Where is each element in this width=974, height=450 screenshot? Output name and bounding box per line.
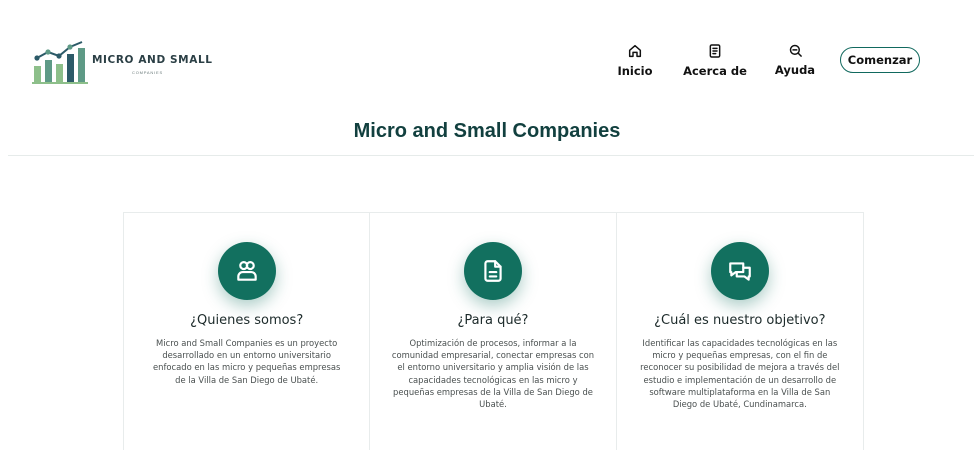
card-text: Identificar las capacidades tecnológicas… [640,338,840,410]
logo[interactable]: MICRO AND SMALL COMPANIES [32,40,212,88]
nav-item-inicio[interactable]: Inicio [600,43,670,80]
nav-item-acerca[interactable]: Acerca de [680,43,750,80]
card-text: Optimización de procesos, informar a la … [391,338,595,410]
card-para-que: ¿Para qué? Optimización de procesos, inf… [370,213,617,450]
logo-chart-icon [32,41,88,84]
users-icon [217,242,276,300]
search-icon [789,44,802,57]
chat-icon [710,242,769,300]
logo-subtitle: COMPANIES [132,70,163,75]
document-icon [709,44,721,58]
nav-label-ayuda: Ayuda [774,63,816,77]
page-title: Micro and Small Companies [353,120,621,142]
nav-label-acerca: Acerca de [683,64,747,78]
logo-title: MICRO AND SMALL [92,54,213,66]
file-text-icon [463,242,522,300]
card-objetivo: ¿Cuál es nuestro objetivo? Identificar l… [617,213,863,450]
card-title: ¿Para qué? [457,313,529,328]
divider [8,155,974,156]
home-icon [628,44,642,58]
header: MICRO AND SMALL COMPANIES Inicio Acerca … [0,0,974,120]
card-title: ¿Quienes somos? [190,313,304,328]
feature-cards: ¿Quienes somos? Micro and Small Companie… [123,212,864,450]
nav-label-inicio: Inicio [617,64,653,78]
comenzar-button[interactable]: Comenzar [840,47,920,73]
card-quienes-somos: ¿Quienes somos? Micro and Small Companie… [124,213,371,450]
card-title: ¿Cuál es nuestro objetivo? [654,313,826,328]
nav-item-ayuda[interactable]: Ayuda [760,43,830,79]
card-text: Micro and Small Companies es un proyecto… [152,338,341,385]
